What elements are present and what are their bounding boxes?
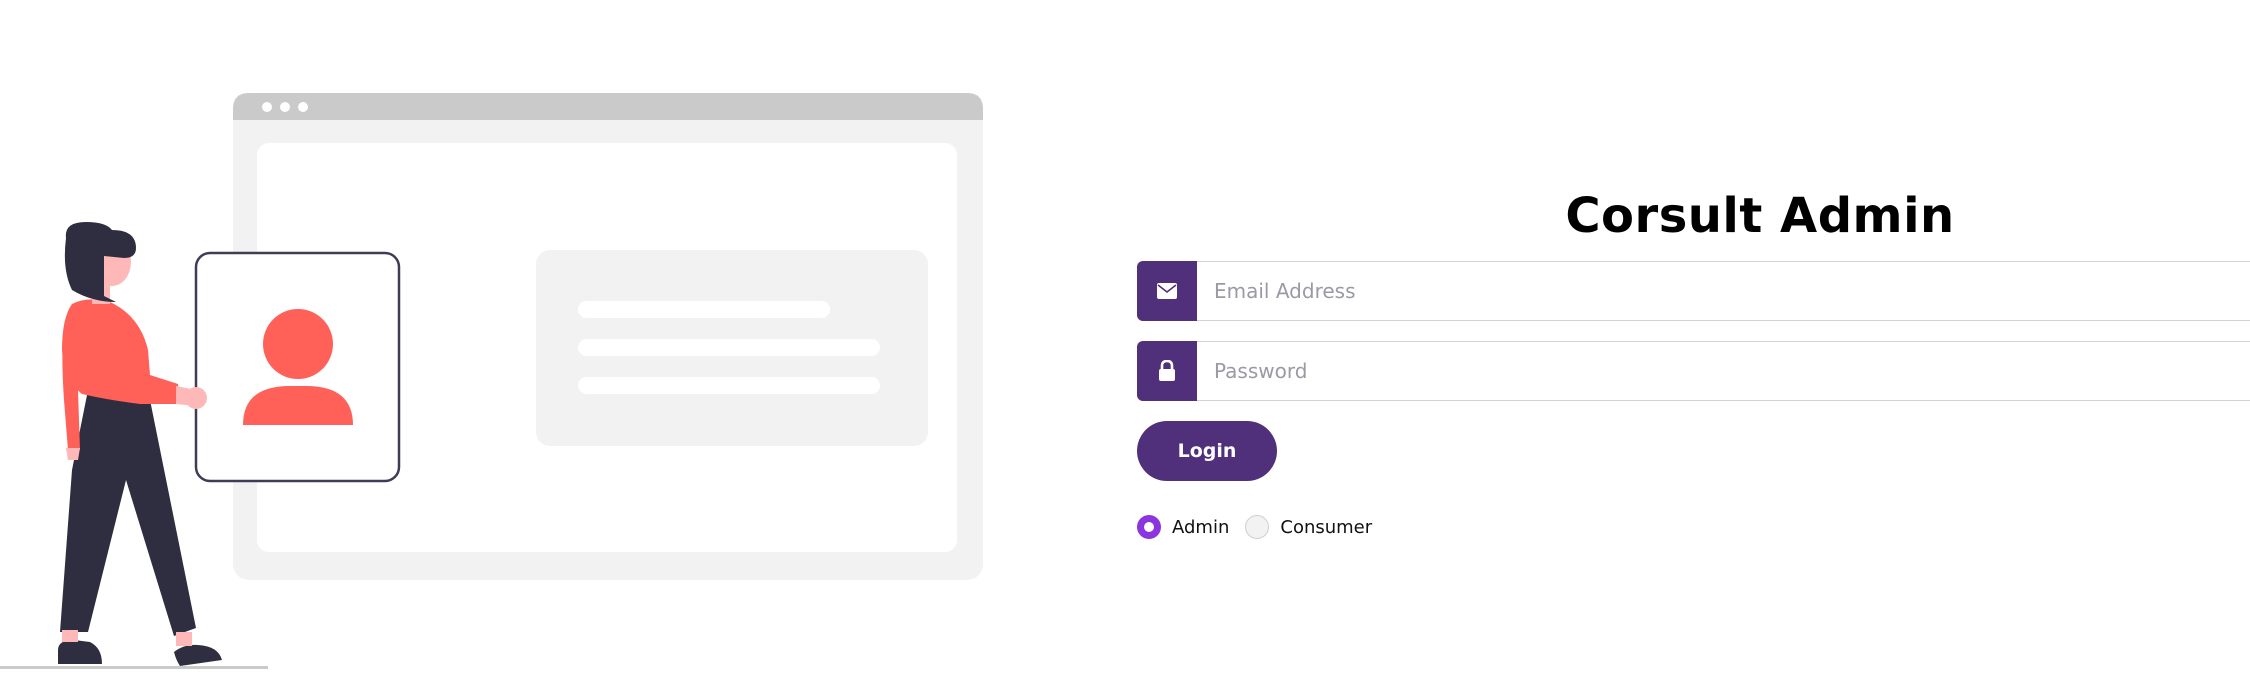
- envelope-icon: [1157, 283, 1177, 299]
- role-selector: Admin Consumer: [1137, 513, 1388, 541]
- admin-radio[interactable]: [1137, 515, 1161, 539]
- email-addon: [1137, 261, 1197, 321]
- admin-radio-label: Admin: [1172, 516, 1230, 538]
- role-option-consumer[interactable]: Consumer: [1245, 515, 1372, 539]
- password-input[interactable]: [1197, 341, 2250, 401]
- login-page: Corsult Admin Login Admin Consum: [0, 0, 2250, 677]
- email-field-group: [1137, 261, 2250, 321]
- email-input[interactable]: [1197, 261, 2250, 321]
- login-button[interactable]: Login: [1137, 421, 1277, 481]
- role-option-admin[interactable]: Admin: [1137, 515, 1229, 539]
- password-field-group: [1137, 341, 2250, 401]
- login-illustration: [0, 93, 983, 669]
- lock-icon: [1159, 360, 1175, 381]
- password-addon: [1137, 341, 1197, 401]
- page-title: Corsult Admin: [1565, 188, 1955, 244]
- consumer-radio-label: Consumer: [1280, 516, 1373, 538]
- consumer-radio[interactable]: [1245, 515, 1270, 539]
- profile-card-graphic: [194, 251, 401, 483]
